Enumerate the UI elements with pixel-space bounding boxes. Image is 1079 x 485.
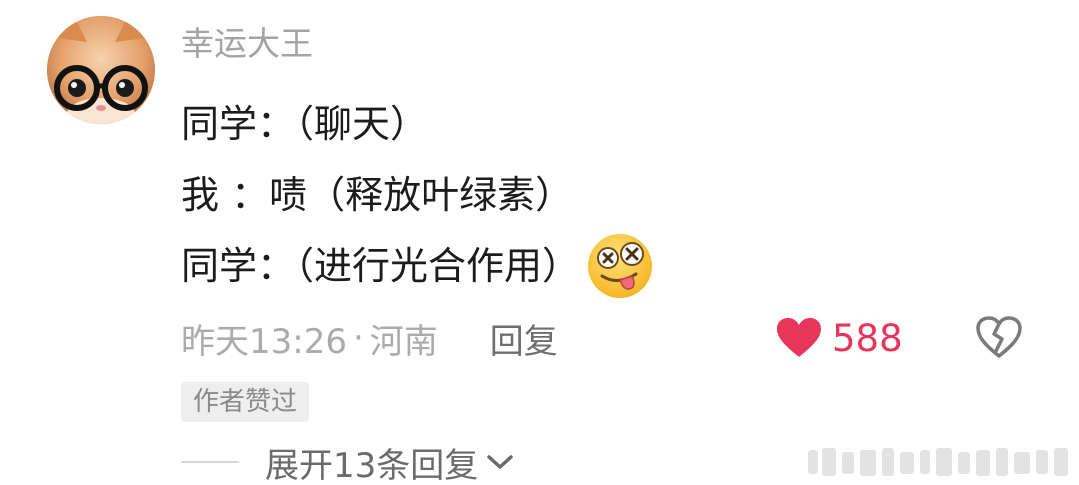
username[interactable]: 幸运大王 <box>181 22 313 66</box>
like-button[interactable]: 588 <box>776 314 903 362</box>
location: 河南 <box>369 321 438 362</box>
comment-line: 同学：（进行光合作用） <box>181 230 654 301</box>
expand-replies-button[interactable]: 展开13条回复 <box>265 438 514 485</box>
meta-separator: · <box>352 318 364 358</box>
comment-line-text: 同学：（聊天） <box>181 101 429 146</box>
user-avatar[interactable] <box>47 16 155 124</box>
timestamp: 昨天13:26 <box>181 321 347 362</box>
comment-line: 我 ：啧（释放叶绿素） <box>181 159 654 230</box>
reply-button[interactable]: 回复 <box>490 314 558 363</box>
comment-line-text: 同学：（进行光合作用） <box>181 243 581 288</box>
dislike-button[interactable] <box>975 314 1023 362</box>
chevron-down-icon <box>487 455 514 469</box>
expand-replies-label: 展开13条回复 <box>265 445 479 485</box>
heart-icon <box>777 318 821 357</box>
comment-text: 同学：（聊天） 我 ：啧（释放叶绿素） 同学：（进行光合作用） <box>181 88 654 301</box>
like-count: 588 <box>832 316 903 360</box>
cat-avatar-icon <box>47 16 155 124</box>
expand-replies-row: 展开13条回复 <box>181 438 514 485</box>
comment-meta: 昨天13:26 · 河南 回复 <box>181 314 558 362</box>
dizzy-tongue-emoji-icon <box>586 232 654 300</box>
comment-item: 幸运大王 同学：（聊天） 我 ：啧（释放叶绿素） 同学：（进行光合作用） 昨天1… <box>0 0 1079 485</box>
broken-heart-icon <box>976 316 1022 358</box>
expand-divider <box>181 461 239 463</box>
watermark-graphic <box>808 448 1068 476</box>
comment-line-text: 我 ：啧（释放叶绿素） <box>181 172 574 217</box>
comment-line: 同学：（聊天） <box>181 88 654 159</box>
author-liked-badge: 作者赞过 <box>181 382 310 422</box>
